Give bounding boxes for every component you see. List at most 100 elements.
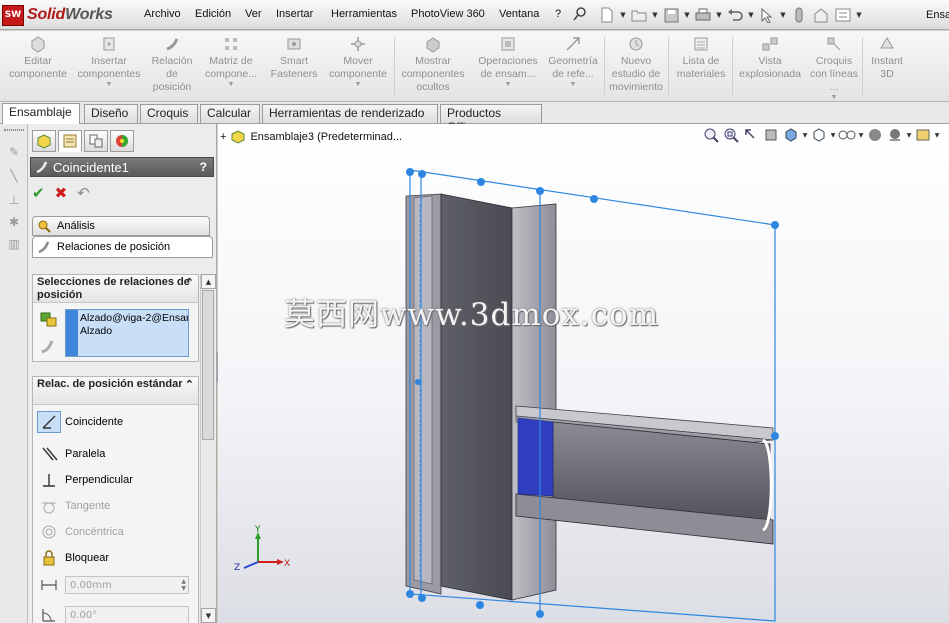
view-orientation-icon[interactable]: [781, 125, 801, 145]
select-arrow-icon[interactable]: [756, 5, 778, 25]
grip-handle[interactable]: [4, 129, 24, 131]
solidworks-logo[interactable]: SW SolidWorks: [2, 4, 130, 26]
assembly-features-button[interactable]: Operaciones de ensam... ▼: [472, 35, 544, 89]
angle-input[interactable]: 0.00°: [65, 606, 189, 623]
cancel-x-icon[interactable]: ✖: [55, 184, 68, 202]
chevron-down-icon[interactable]: ▼: [106, 81, 113, 89]
file-properties-icon[interactable]: [810, 5, 832, 25]
menu-ver[interactable]: Ver: [245, 8, 262, 20]
distance-input[interactable]: 0.00mm ▲ ▼: [65, 576, 189, 594]
tab-herramientas-renderizado[interactable]: Herramientas de renderizado: [262, 104, 438, 123]
new-document-icon[interactable]: [596, 5, 618, 25]
property-scrollbar[interactable]: ▲ ▼: [200, 274, 216, 623]
configuration-manager-icon[interactable]: [84, 130, 108, 152]
property-manager-icon[interactable]: [58, 130, 82, 152]
chevron-down-icon[interactable]: ▼: [618, 5, 628, 25]
group-heading[interactable]: Selecciones de relaciones de posición ⌃: [33, 275, 198, 303]
edit-component-button[interactable]: Editar componente: [6, 35, 70, 81]
sketch-tool-icon[interactable]: ✎: [6, 144, 22, 160]
print-icon[interactable]: [692, 5, 714, 25]
coincident-option[interactable]: Coincidente: [37, 411, 123, 433]
assembly-model[interactable]: [218, 124, 949, 623]
tab-productos-office[interactable]: Productos Office: [440, 104, 542, 134]
chevron-down-icon[interactable]: ▼: [933, 125, 941, 145]
chevron-down-icon[interactable]: ▼: [505, 81, 512, 89]
rebuild-icon[interactable]: [788, 5, 810, 25]
chevron-down-icon[interactable]: ▼: [801, 125, 809, 145]
menu-ventana[interactable]: Ventana: [499, 8, 539, 20]
collapse-chevron-icon[interactable]: ⌃: [185, 379, 194, 392]
tab-diseno[interactable]: Diseño: [84, 104, 138, 123]
graphics-area[interactable]: + Ensamblaje3 (Predeterminad... ▼ ▼ ▼ ▼ …: [218, 124, 949, 623]
chevron-down-icon[interactable]: ▼: [746, 5, 756, 25]
section-view-icon[interactable]: [761, 125, 781, 145]
bill-of-materials-button[interactable]: Lista de materiales: [672, 35, 730, 81]
lock-option[interactable]: Bloquear: [37, 547, 109, 569]
open-folder-icon[interactable]: [628, 5, 650, 25]
ok-check-icon[interactable]: ✔: [32, 184, 45, 202]
zoom-to-area-icon[interactable]: [721, 125, 741, 145]
view-settings-icon[interactable]: [913, 125, 933, 145]
undo-icon[interactable]: [724, 5, 746, 25]
chevron-down-icon[interactable]: ▼: [831, 94, 838, 102]
chevron-down-icon[interactable]: ▼: [778, 5, 788, 25]
component-pattern-button[interactable]: Matriz de compone... ▼: [200, 35, 262, 89]
move-component-button[interactable]: Mover componente ▼: [326, 35, 390, 89]
show-hidden-components-button[interactable]: Mostrar componentes ocultos: [398, 35, 468, 94]
menu-archivo[interactable]: Archivo: [144, 8, 181, 20]
line-tool-icon[interactable]: ╲: [6, 168, 22, 184]
options-icon[interactable]: [832, 5, 854, 25]
mate-button[interactable]: Relación de posición: [146, 35, 198, 94]
apply-scene-icon[interactable]: [885, 125, 905, 145]
group-heading[interactable]: Relac. de posición estándar ⌃: [33, 377, 198, 405]
appearance-manager-icon[interactable]: [110, 130, 134, 152]
menu-help[interactable]: ?: [555, 8, 561, 20]
collapse-chevron-icon[interactable]: ⌃: [185, 277, 194, 290]
chevron-down-icon[interactable]: ▼: [228, 81, 235, 89]
feature-manager-icon[interactable]: [32, 130, 56, 152]
chevron-down-icon[interactable]: ▼: [570, 81, 577, 89]
axis-tool-icon[interactable]: ⊥: [6, 192, 22, 208]
chevron-down-icon[interactable]: ▼: [905, 125, 913, 145]
scroll-up-icon[interactable]: ▲: [201, 274, 216, 289]
plane-tool-icon[interactable]: ▥: [6, 236, 22, 252]
assembly-tree-item[interactable]: Ensamblaje3 (Predeterminad...: [250, 131, 402, 143]
menu-insertar[interactable]: Insertar: [276, 8, 313, 20]
column-beam[interactable]: [405, 193, 557, 601]
chevron-down-icon[interactable]: ▼: [355, 81, 362, 89]
list-item[interactable]: Alzado@viga-2@Ensar: [80, 312, 188, 325]
chevron-down-icon[interactable]: ▼: [854, 5, 864, 25]
menu-photoview[interactable]: PhotoView 360: [411, 8, 485, 20]
exploded-view-button[interactable]: Vista explosionada: [734, 35, 806, 81]
point-tool-icon[interactable]: ✱: [6, 214, 22, 230]
chevron-down-icon[interactable]: ▼: [829, 125, 837, 145]
perpendicular-option[interactable]: Perpendicular: [37, 469, 133, 491]
zoom-to-fit-icon[interactable]: [701, 125, 721, 145]
tangent-option[interactable]: Tangente: [37, 495, 110, 517]
tab-calcular[interactable]: Calcular: [200, 104, 260, 123]
new-motion-study-button[interactable]: Nuevo estudio de movimiento: [606, 35, 666, 94]
spin-arrows-icon[interactable]: ▲ ▼: [181, 578, 188, 592]
list-item[interactable]: Alzado: [80, 325, 112, 338]
explode-line-sketch-button[interactable]: Croquis con líneas ... ▼: [808, 35, 860, 102]
hide-show-items-icon[interactable]: [837, 125, 857, 145]
display-style-icon[interactable]: [809, 125, 829, 145]
menu-herramientas[interactable]: Herramientas: [331, 8, 397, 20]
insert-components-button[interactable]: Insertar componentes ▼: [74, 35, 144, 89]
chevron-down-icon[interactable]: ▼: [650, 5, 660, 25]
parallel-option[interactable]: Paralela: [37, 443, 105, 465]
pin-icon[interactable]: [572, 6, 590, 24]
tab-ensamblaje[interactable]: Ensamblaje: [2, 103, 80, 124]
smart-fasteners-button[interactable]: Smart Fasteners: [264, 35, 324, 81]
help-icon[interactable]: ?: [200, 160, 207, 174]
tab-mates[interactable]: Relaciones de posición: [32, 236, 213, 258]
previous-view-icon[interactable]: [741, 125, 761, 145]
expand-plus-icon[interactable]: +: [220, 131, 226, 143]
scroll-thumb[interactable]: [202, 290, 214, 440]
concentric-option[interactable]: Concéntrica: [37, 521, 124, 543]
reference-geometry-button[interactable]: Geometría de refe... ▼: [546, 35, 600, 89]
chevron-down-icon[interactable]: ▼: [857, 125, 865, 145]
mate-selections-list[interactable]: Alzado@viga-2@Ensar Alzado: [65, 309, 189, 357]
save-icon[interactable]: [660, 5, 682, 25]
edit-appearance-icon[interactable]: [865, 125, 885, 145]
